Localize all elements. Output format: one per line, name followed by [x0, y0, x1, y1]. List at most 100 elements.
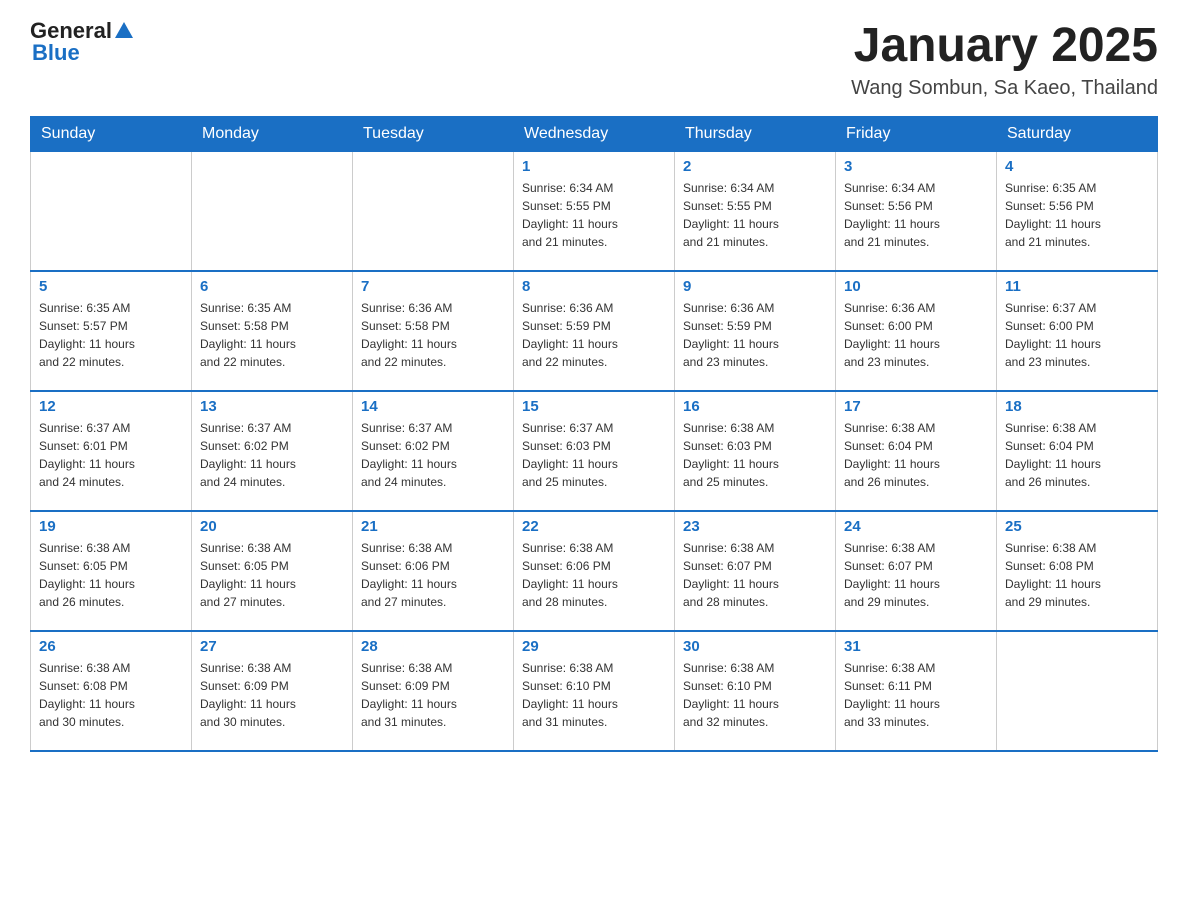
day-number: 8 — [522, 278, 666, 295]
calendar-table: Sunday Monday Tuesday Wednesday Thursday… — [30, 116, 1158, 753]
col-tuesday: Tuesday — [353, 116, 514, 151]
calendar-cell: 27 Sunrise: 6:38 AMSunset: 6:09 PMDayligh… — [192, 631, 353, 751]
day-info: Sunrise: 6:38 AMSunset: 6:07 PMDaylight:… — [683, 539, 827, 611]
day-info: Sunrise: 6:34 AMSunset: 5:55 PMDaylight:… — [522, 179, 666, 251]
day-number: 10 — [844, 278, 988, 295]
day-number: 31 — [844, 638, 988, 655]
day-number: 29 — [522, 638, 666, 655]
calendar-cell — [353, 151, 514, 271]
day-number: 16 — [683, 398, 827, 415]
calendar-cell: 22 Sunrise: 6:38 AMSunset: 6:06 PMDayligh… — [514, 511, 675, 631]
day-number: 23 — [683, 518, 827, 535]
day-info: Sunrise: 6:34 AMSunset: 5:56 PMDaylight:… — [844, 179, 988, 251]
calendar-cell: 13 Sunrise: 6:37 AMSunset: 6:02 PMDayligh… — [192, 391, 353, 511]
day-number: 25 — [1005, 518, 1149, 535]
day-number: 27 — [200, 638, 344, 655]
day-info: Sunrise: 6:35 AMSunset: 5:58 PMDaylight:… — [200, 299, 344, 371]
day-info: Sunrise: 6:37 AMSunset: 6:02 PMDaylight:… — [200, 419, 344, 491]
day-number: 28 — [361, 638, 505, 655]
calendar-cell: 9 Sunrise: 6:36 AMSunset: 5:59 PMDaylight… — [675, 271, 836, 391]
day-info: Sunrise: 6:37 AMSunset: 6:01 PMDaylight:… — [39, 419, 183, 491]
calendar-cell — [31, 151, 192, 271]
title-block: January 2025 Wang Sombun, Sa Kaeo, Thail… — [851, 20, 1158, 100]
day-number: 15 — [522, 398, 666, 415]
day-number: 18 — [1005, 398, 1149, 415]
logo-general: General — [30, 20, 112, 42]
day-number: 12 — [39, 398, 183, 415]
calendar-cell: 11 Sunrise: 6:37 AMSunset: 6:00 PMDayligh… — [997, 271, 1158, 391]
calendar-cell: 6 Sunrise: 6:35 AMSunset: 5:58 PMDaylight… — [192, 271, 353, 391]
header-row: Sunday Monday Tuesday Wednesday Thursday… — [31, 116, 1158, 151]
col-saturday: Saturday — [997, 116, 1158, 151]
calendar-cell: 7 Sunrise: 6:36 AMSunset: 5:58 PMDaylight… — [353, 271, 514, 391]
calendar-cell: 4Sunrise: 6:35 AMSunset: 5:56 PMDaylight… — [997, 151, 1158, 271]
calendar-cell: 25 Sunrise: 6:38 AMSunset: 6:08 PMDayligh… — [997, 511, 1158, 631]
day-info: Sunrise: 6:38 AMSunset: 6:04 PMDaylight:… — [1005, 419, 1149, 491]
day-info: Sunrise: 6:38 AMSunset: 6:05 PMDaylight:… — [39, 539, 183, 611]
day-number: 22 — [522, 518, 666, 535]
day-number: 26 — [39, 638, 183, 655]
calendar-cell: 3 Sunrise: 6:34 AMSunset: 5:56 PMDaylight… — [836, 151, 997, 271]
day-number: 21 — [361, 518, 505, 535]
calendar-cell: 29 Sunrise: 6:38 AMSunset: 6:10 PMDayligh… — [514, 631, 675, 751]
calendar-cell — [192, 151, 353, 271]
calendar-cell: 24Sunrise: 6:38 AMSunset: 6:07 PMDayligh… — [836, 511, 997, 631]
location-subtitle: Wang Sombun, Sa Kaeo, Thailand — [851, 77, 1158, 100]
calendar-cell: 2Sunrise: 6:34 AMSunset: 5:55 PMDaylight… — [675, 151, 836, 271]
calendar-cell: 20 Sunrise: 6:38 AMSunset: 6:05 PMDayligh… — [192, 511, 353, 631]
calendar-cell: 5Sunrise: 6:35 AMSunset: 5:57 PMDaylight… — [31, 271, 192, 391]
day-number: 5 — [39, 278, 183, 295]
day-info: Sunrise: 6:38 AMSunset: 6:11 PMDaylight:… — [844, 659, 988, 731]
day-number: 9 — [683, 278, 827, 295]
calendar-cell: 15Sunrise: 6:37 AMSunset: 6:03 PMDayligh… — [514, 391, 675, 511]
day-info: Sunrise: 6:38 AMSunset: 6:07 PMDaylight:… — [844, 539, 988, 611]
calendar-cell: 1Sunrise: 6:34 AMSunset: 5:55 PMDaylight… — [514, 151, 675, 271]
day-info: Sunrise: 6:36 AMSunset: 5:58 PMDaylight:… — [361, 299, 505, 371]
day-info: Sunrise: 6:38 AMSunset: 6:06 PMDaylight:… — [522, 539, 666, 611]
calendar-cell: 19 Sunrise: 6:38 AMSunset: 6:05 PMDayligh… — [31, 511, 192, 631]
calendar-cell: 12 Sunrise: 6:37 AMSunset: 6:01 PMDayligh… — [31, 391, 192, 511]
calendar-week-row: 19 Sunrise: 6:38 AMSunset: 6:05 PMDayligh… — [31, 511, 1158, 631]
day-info: Sunrise: 6:38 AMSunset: 6:09 PMDaylight:… — [200, 659, 344, 731]
calendar-cell: 17Sunrise: 6:38 AMSunset: 6:04 PMDayligh… — [836, 391, 997, 511]
day-number: 19 — [39, 518, 183, 535]
calendar-cell: 14Sunrise: 6:37 AMSunset: 6:02 PMDayligh… — [353, 391, 514, 511]
day-info: Sunrise: 6:34 AMSunset: 5:55 PMDaylight:… — [683, 179, 827, 251]
col-sunday: Sunday — [31, 116, 192, 151]
calendar-week-row: 26 Sunrise: 6:38 AMSunset: 6:08 PMDayligh… — [31, 631, 1158, 751]
day-info: Sunrise: 6:38 AMSunset: 6:05 PMDaylight:… — [200, 539, 344, 611]
calendar-cell: 31 Sunrise: 6:38 AMSunset: 6:11 PMDayligh… — [836, 631, 997, 751]
day-info: Sunrise: 6:38 AMSunset: 6:10 PMDaylight:… — [683, 659, 827, 731]
calendar-cell: 30Sunrise: 6:38 AMSunset: 6:10 PMDayligh… — [675, 631, 836, 751]
day-number: 13 — [200, 398, 344, 415]
day-info: Sunrise: 6:36 AMSunset: 5:59 PMDaylight:… — [522, 299, 666, 371]
calendar-cell: 21Sunrise: 6:38 AMSunset: 6:06 PMDayligh… — [353, 511, 514, 631]
calendar-week-row: 12 Sunrise: 6:37 AMSunset: 6:01 PMDayligh… — [31, 391, 1158, 511]
day-info: Sunrise: 6:38 AMSunset: 6:08 PMDaylight:… — [1005, 539, 1149, 611]
day-info: Sunrise: 6:37 AMSunset: 6:00 PMDaylight:… — [1005, 299, 1149, 371]
day-info: Sunrise: 6:36 AMSunset: 5:59 PMDaylight:… — [683, 299, 827, 371]
calendar-week-row: 1Sunrise: 6:34 AMSunset: 5:55 PMDaylight… — [31, 151, 1158, 271]
day-info: Sunrise: 6:38 AMSunset: 6:09 PMDaylight:… — [361, 659, 505, 731]
col-thursday: Thursday — [675, 116, 836, 151]
calendar-cell: 23 Sunrise: 6:38 AMSunset: 6:07 PMDayligh… — [675, 511, 836, 631]
day-number: 6 — [200, 278, 344, 295]
day-number: 11 — [1005, 278, 1149, 295]
day-number: 3 — [844, 158, 988, 175]
page-header: General Blue January 2025 Wang Sombun, S… — [30, 20, 1158, 100]
day-info: Sunrise: 6:38 AMSunset: 6:10 PMDaylight:… — [522, 659, 666, 731]
day-info: Sunrise: 6:38 AMSunset: 6:04 PMDaylight:… — [844, 419, 988, 491]
calendar-cell — [997, 631, 1158, 751]
day-number: 7 — [361, 278, 505, 295]
logo: General Blue — [30, 20, 133, 64]
day-number: 14 — [361, 398, 505, 415]
logo-blue: Blue — [30, 42, 133, 64]
logo-triangle-icon — [115, 22, 133, 38]
calendar-week-row: 5Sunrise: 6:35 AMSunset: 5:57 PMDaylight… — [31, 271, 1158, 391]
day-number: 20 — [200, 518, 344, 535]
col-wednesday: Wednesday — [514, 116, 675, 151]
calendar-cell: 16Sunrise: 6:38 AMSunset: 6:03 PMDayligh… — [675, 391, 836, 511]
calendar-cell: 28 Sunrise: 6:38 AMSunset: 6:09 PMDayligh… — [353, 631, 514, 751]
day-number: 4 — [1005, 158, 1149, 175]
day-info: Sunrise: 6:38 AMSunset: 6:08 PMDaylight:… — [39, 659, 183, 731]
